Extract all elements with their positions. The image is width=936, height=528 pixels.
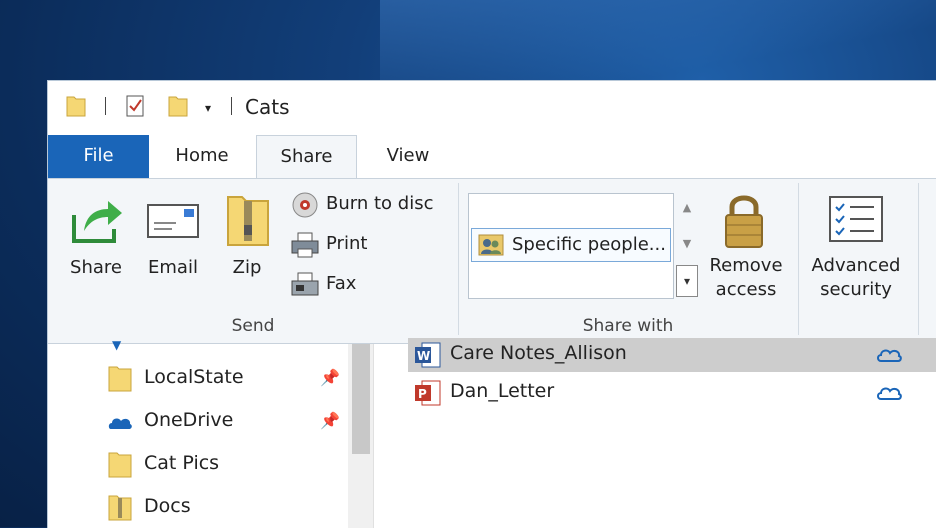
email-button[interactable]: Email — [138, 195, 208, 295]
navigation-pane: ▼ LocalState 📌 OneDrive 📌 Cat Pics Docs — [48, 338, 373, 528]
advanced-security-button[interactable]: Advanced security — [806, 189, 906, 309]
scroll-down-icon[interactable]: ▼ — [676, 237, 698, 250]
nav-item-label: OneDrive — [144, 409, 234, 431]
burn-to-disc-button[interactable]: Burn to disc — [290, 191, 450, 219]
toolbar-separator — [231, 97, 232, 115]
tab-share[interactable]: Share — [256, 135, 357, 179]
properties-icon[interactable] — [125, 95, 145, 117]
file-explorer-window: ▾ Cats File Home Share View Share Email — [47, 80, 936, 528]
share-button[interactable]: Share — [60, 195, 132, 295]
print-label: Print — [326, 233, 368, 254]
nav-scrollbar[interactable] — [348, 344, 374, 528]
zip-folder-icon — [108, 495, 132, 521]
nav-item-onedrive[interactable]: OneDrive — [108, 407, 328, 437]
specific-people-label: Specific people... — [512, 234, 666, 255]
pin-icon[interactable]: 📌 — [320, 368, 340, 387]
zip-button[interactable]: Zip — [216, 195, 278, 295]
email-label: Email — [148, 257, 198, 278]
file-list: W Care Notes_Allison P Dan_Letter — [374, 338, 936, 528]
svg-text:W: W — [417, 349, 430, 363]
share-arrow-icon — [72, 201, 122, 243]
nav-item-label: Cat Pics — [144, 452, 220, 474]
remove-access-button[interactable]: Remove access — [706, 189, 786, 309]
advanced-security-label-1: Advanced — [811, 255, 901, 276]
share-with-gallery[interactable]: Specific people... — [468, 193, 674, 299]
nav-item-docs[interactable]: Docs — [108, 493, 328, 523]
new-folder-icon[interactable] — [168, 95, 188, 117]
svg-text:P: P — [418, 387, 427, 401]
nav-item-cat-pics[interactable]: Cat Pics — [108, 450, 328, 480]
group-separator — [798, 183, 799, 335]
toolbar-separator — [105, 97, 106, 115]
nav-item-label: LocalState — [144, 366, 244, 388]
padlock-icon — [725, 195, 763, 248]
fax-button[interactable]: Fax — [290, 271, 390, 299]
tab-home[interactable]: Home — [149, 135, 255, 179]
send-group-label: Send — [231, 316, 275, 336]
expand-chevron-icon[interactable]: ▼ — [112, 338, 121, 352]
security-checklist-icon — [829, 196, 883, 242]
nav-scrollbar-thumb[interactable] — [352, 344, 370, 454]
gallery-more-icon[interactable]: ▾ — [676, 265, 698, 297]
group-separator — [458, 183, 459, 335]
file-row-care-notes[interactable]: W Care Notes_Allison — [408, 338, 936, 372]
remove-access-label-1: Remove — [709, 255, 783, 276]
pin-icon[interactable]: 📌 — [320, 411, 340, 430]
desktop-glow — [380, 0, 936, 80]
folder-icon — [108, 366, 132, 392]
remove-access-label-2: access — [715, 279, 777, 300]
printer-icon — [291, 232, 319, 258]
tab-view[interactable]: View — [358, 135, 458, 179]
disc-icon — [292, 192, 318, 218]
ribbon-share: Share Email Zip Burn to disc Print Fax S… — [48, 178, 936, 344]
window-title: Cats — [245, 95, 290, 119]
cloud-status-icon — [877, 387, 902, 400]
file-name: Care Notes_Allison — [450, 342, 627, 364]
fax-icon — [291, 272, 319, 296]
tab-file[interactable]: File — [48, 135, 149, 179]
folder-icon — [108, 452, 132, 478]
onedrive-cloud-icon — [108, 418, 132, 429]
nav-item-label: Docs — [144, 495, 191, 517]
share-label: Share — [70, 257, 122, 278]
file-row-dan-letter[interactable]: P Dan_Letter — [408, 376, 936, 410]
scroll-up-icon[interactable]: ▲ — [676, 201, 698, 214]
group-separator — [918, 183, 919, 335]
nav-item-localstate[interactable]: LocalState — [108, 364, 328, 394]
zip-folder-icon — [227, 196, 269, 246]
powerpoint-icon: P — [415, 380, 441, 406]
email-envelope-icon — [147, 204, 199, 238]
ribbon-tabs: File Home Share View — [48, 135, 936, 179]
word-document-icon: W — [415, 342, 441, 368]
zip-label: Zip — [232, 257, 262, 278]
advanced-security-label-2: security — [820, 279, 892, 300]
cloud-status-icon — [877, 349, 902, 362]
gallery-scroller: ▲ ▼ ▾ — [676, 193, 698, 297]
fax-label: Fax — [326, 273, 357, 294]
customize-toolbar-arrow-icon[interactable]: ▾ — [205, 101, 211, 115]
file-name: Dan_Letter — [450, 380, 555, 402]
folder-icon[interactable] — [66, 95, 86, 117]
people-icon — [478, 234, 504, 256]
share-with-group-label: Share with — [582, 316, 674, 336]
title-bar: ▾ Cats — [48, 81, 936, 135]
specific-people-item[interactable]: Specific people... — [471, 228, 671, 262]
burn-label: Burn to disc — [326, 193, 434, 214]
print-button[interactable]: Print — [290, 231, 400, 259]
